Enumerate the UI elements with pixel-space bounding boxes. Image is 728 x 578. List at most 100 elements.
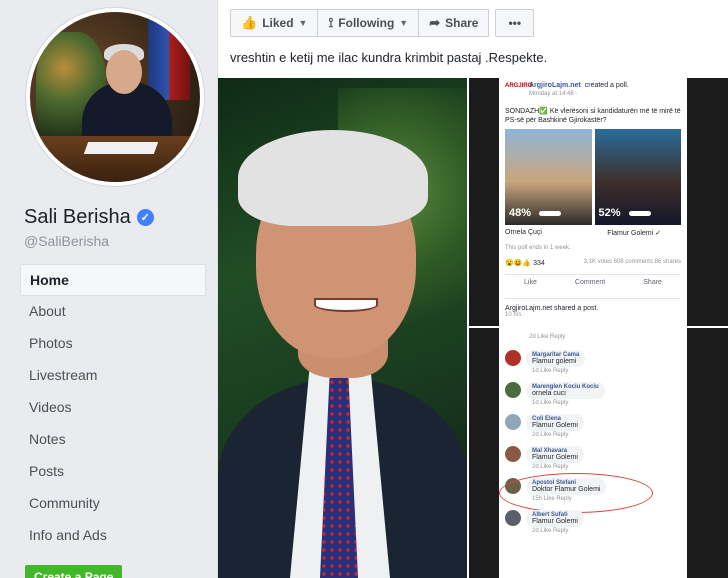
nav-item-videos[interactable]: Videos <box>20 392 206 424</box>
poll-card: ARGJIRO ArgjiroLajm.net created a poll. … <box>499 78 687 326</box>
poll-question: SONDAZH✅ Kë vlerësoni si kandidaturën më… <box>505 108 681 124</box>
shared-time: 10 hrs · <box>505 312 526 318</box>
comment-highlighted: Apostol Stefani Doktor Flamur Golemi 15h… <box>499 473 681 513</box>
share-label: Share <box>445 16 479 30</box>
comment-meta: 1d Like Reply <box>532 400 569 406</box>
comment: Mal Xhavara Flamur Golemi 2d Like Reply <box>505 446 681 470</box>
profile-picture[interactable] <box>26 8 204 186</box>
comment-meta: 2d Like Reply <box>532 464 569 470</box>
avatar <box>505 446 521 462</box>
avatar <box>505 478 521 494</box>
option-a-bar <box>539 211 561 216</box>
post-photo-main[interactable] <box>218 78 467 578</box>
nav-item-community[interactable]: Community <box>20 488 206 520</box>
shared-by: ArgjiroLajm.net shared a post. <box>505 305 599 312</box>
poll-option-b: 52% <box>594 129 681 225</box>
rss-icon: ⟟ <box>328 15 334 30</box>
comment: Margaritar Cama Flamur golemi 1d Like Re… <box>505 350 681 374</box>
poll-ends: This poll ends in 1 week. <box>505 245 571 251</box>
more-options-button[interactable]: ••• <box>495 9 535 37</box>
paper-shape <box>83 142 159 154</box>
page-nav: Home About Photos Livestream Videos Note… <box>20 264 206 552</box>
poll-time: Monday at 14:48 · <box>529 91 578 97</box>
comment-meta: 2d Like Reply <box>532 432 569 438</box>
option-b-name: Flamur Golemi ✓ <box>607 230 661 237</box>
post-caption: vreshtin e ketij me ilac kundra krimbit … <box>230 50 548 65</box>
chevron-down-icon: ▼ <box>298 18 308 28</box>
nav-item-photos[interactable]: Photos <box>20 328 206 360</box>
comment-text: Flamur Golemi <box>532 518 578 525</box>
page-name[interactable]: Sali Berisha ✓ <box>24 206 154 229</box>
comment-meta: 1d Like Reply <box>532 368 569 374</box>
chevron-down-icon: ▼ <box>399 18 409 28</box>
liked-button[interactable]: 👍 Liked ▼ <box>230 9 319 37</box>
comment-meta: 2d Like Reply <box>532 528 569 534</box>
nav-item-livestream[interactable]: Livestream <box>20 360 206 392</box>
post-media-grid: ARGJIRO ArgjiroLajm.net created a poll. … <box>218 78 728 578</box>
comment-bubble: Margaritar Cama Flamur golemi <box>526 350 586 367</box>
create-page-button[interactable]: Create a Page <box>25 565 123 578</box>
nav-item-info-and-ads[interactable]: Info and Ads <box>20 520 206 552</box>
poll-comment: Comment <box>574 279 606 286</box>
shared-post-header: ArgjiroLajm.net shared a post. 10 hrs · <box>505 298 681 318</box>
argjiro-logo: ARGJIRO <box>505 82 533 89</box>
comment-text: Flamur Golemi <box>532 422 578 429</box>
comment-bubble: Marenglen Kociu Kociu ornela cuci <box>526 382 605 399</box>
avatar <box>505 382 521 398</box>
flag-shape <box>148 20 190 100</box>
avatar <box>505 350 521 366</box>
comment-bubble: Albert Sufati Flamur Golemi <box>526 510 584 527</box>
person-head-shape <box>106 50 142 94</box>
smile-shape <box>314 298 378 312</box>
comment-text: Doktor Flamur Golemi <box>532 486 601 493</box>
avatar <box>505 414 521 430</box>
poll-share: Share <box>643 279 662 286</box>
post-photo-comments-screenshot[interactable]: 2d Like Reply Margaritar Cama Flamur gol… <box>469 328 728 578</box>
option-b-percent: 52% <box>598 207 621 219</box>
page-handle[interactable]: @SaliBerisha <box>24 233 109 249</box>
poll-created: created a poll. <box>584 82 629 89</box>
post-photo-poll-screenshot[interactable]: ARGJIRO ArgjiroLajm.net created a poll. … <box>469 78 728 326</box>
share-arrow-icon: ➦ <box>429 15 441 30</box>
comment: Albert Sufati Flamur Golemi 2d Like Repl… <box>505 510 681 534</box>
page-name-text: Sali Berisha <box>24 206 131 228</box>
nav-item-notes[interactable]: Notes <box>20 424 206 456</box>
comment-author: Apostol Stefani <box>532 480 577 486</box>
page-sidebar: Sali Berisha ✓ @SaliBerisha Home About P… <box>0 0 215 578</box>
comment-meta-top: 2d Like Reply <box>529 334 566 340</box>
poll-counts: 3,1K votes 608 comments 86 shares <box>583 259 681 265</box>
liked-label: Liked <box>262 16 294 30</box>
avatar <box>505 510 521 526</box>
poll-option-names: Ornela Çuçi Flamur Golemi ✓ <box>505 229 681 237</box>
comment-bubble: Coli Elena Flamur Golemi <box>526 414 584 431</box>
hair-shape <box>238 130 428 226</box>
comment-text: ornela cuci <box>532 390 566 397</box>
option-b-bar <box>628 211 651 216</box>
verified-badge-icon: ✓ <box>136 209 154 226</box>
poll-like: Like <box>524 279 537 286</box>
comment-text: Flamur Golemi <box>532 454 578 461</box>
page-action-bar: 👍 Liked ▼ ⟟ Following ▼ ➦ Share ••• <box>230 9 535 37</box>
following-button[interactable]: ⟟ Following ▼ <box>318 9 420 37</box>
comment-bubble: Apostol Stefani Doktor Flamur Golemi <box>526 478 607 495</box>
comment-bubble: Mal Xhavara Flamur Golemi <box>526 446 584 463</box>
nav-item-about[interactable]: About <box>20 296 206 328</box>
thumbs-up-icon: 👍 <box>241 15 258 30</box>
option-a-name: Ornela Çuçi <box>505 229 542 236</box>
poll-card-header: ARGJIRO ArgjiroLajm.net created a poll. <box>505 82 681 89</box>
comment-meta: 15h Like Reply <box>532 496 572 502</box>
comment-text: Flamur golemi <box>532 358 577 365</box>
share-button[interactable]: ➦ Share <box>419 9 490 37</box>
comment: Marenglen Kociu Kociu ornela cuci 1d Lik… <box>505 382 681 406</box>
poll-card-actions: Like Comment Share <box>505 274 681 286</box>
profile-photo <box>30 12 200 182</box>
poll-source: ArgjiroLajm.net <box>529 82 581 89</box>
following-label: Following <box>338 16 395 30</box>
more-icon: ••• <box>508 16 522 30</box>
comment: Coli Elena Flamur Golemi 2d Like Reply <box>505 414 681 438</box>
nav-item-posts[interactable]: Posts <box>20 456 206 488</box>
option-a-percent: 48% <box>509 207 532 219</box>
nav-item-home[interactable]: Home <box>20 264 206 296</box>
poll-stats: 😮😃👍 334 3,1K votes 608 comments 86 share… <box>505 259 681 267</box>
comments-card: 2d Like Reply Margaritar Cama Flamur gol… <box>499 328 687 578</box>
